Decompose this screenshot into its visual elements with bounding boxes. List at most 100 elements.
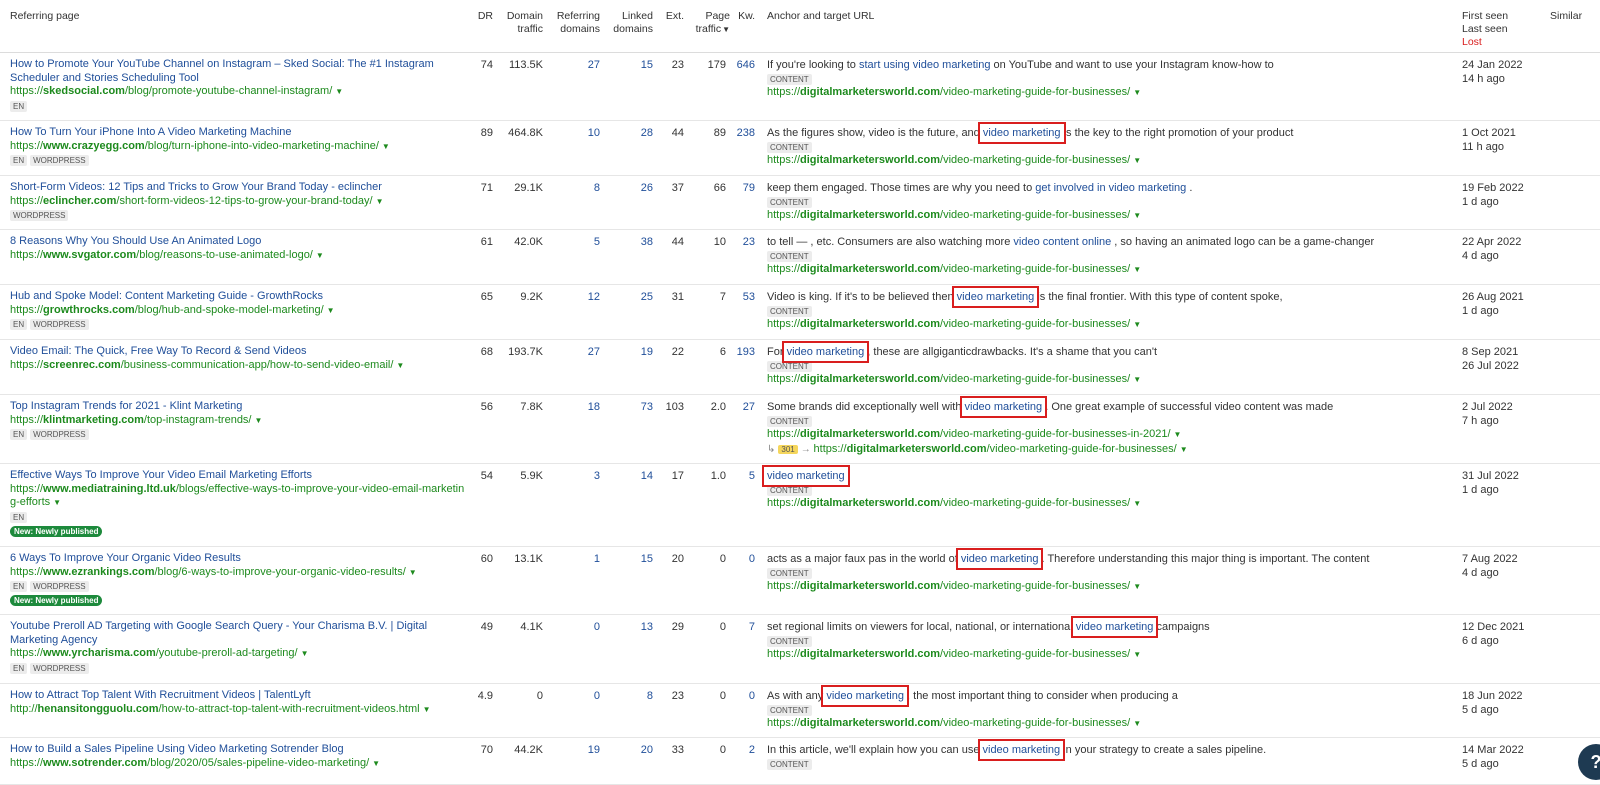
target-url-link[interactable]: https://digitalmarketersworld.com/video-… xyxy=(767,427,1447,442)
kw-value[interactable]: 79 xyxy=(733,181,755,195)
col-page-traffic[interactable]: Page traffic▼ xyxy=(690,10,730,36)
chevron-down-icon[interactable]: ▼ xyxy=(376,197,384,206)
kw-value[interactable]: 646 xyxy=(733,58,755,72)
referring-page-url-link[interactable]: https://www.ezrankings.com/blog/6-ways-t… xyxy=(10,566,470,580)
chevron-down-icon[interactable]: ▼ xyxy=(409,568,417,577)
chevron-down-icon[interactable]: ▼ xyxy=(372,759,380,768)
referring-page-url-link[interactable]: https://www.sotrender.com/blog/2020/05/s… xyxy=(10,757,470,771)
chevron-down-icon[interactable]: ▼ xyxy=(255,416,263,425)
referring-domains-value[interactable]: 18 xyxy=(547,400,600,414)
kw-value[interactable]: 0 xyxy=(733,552,755,566)
referring-page-title-link[interactable]: Short-Form Videos: 12 Tips and Tricks to… xyxy=(10,181,382,193)
referring-domains-value[interactable]: 1 xyxy=(547,552,600,566)
linked-domains-value[interactable]: 19 xyxy=(606,345,653,359)
linked-domains-value[interactable]: 15 xyxy=(606,58,653,72)
referring-domains-value[interactable]: 0 xyxy=(547,620,600,634)
anchor-link[interactable]: video marketing xyxy=(821,685,909,707)
referring-page-url-link[interactable]: https://screenrec.com/business-communica… xyxy=(10,359,470,373)
chevron-down-icon[interactable]: ▼ xyxy=(423,705,431,714)
anchor-link[interactable]: video marketing xyxy=(951,286,1040,308)
redirect-url-link[interactable]: https://digitalmarketersworld.com/video-… xyxy=(814,443,1188,455)
linked-domains-value[interactable]: 26 xyxy=(606,181,653,195)
linked-domains-value[interactable]: 20 xyxy=(606,743,653,757)
target-url-link[interactable]: https://digitalmarketersworld.com/video-… xyxy=(767,647,1447,662)
kw-value[interactable]: 238 xyxy=(733,126,755,140)
col-referring-page[interactable]: Referring page xyxy=(10,10,79,23)
chevron-down-icon[interactable]: ▼ xyxy=(1180,445,1188,454)
referring-page-url-link[interactable]: https://skedsocial.com/blog/promote-yout… xyxy=(10,85,470,99)
linked-domains-value[interactable]: 14 xyxy=(606,469,653,483)
chevron-down-icon[interactable]: ▼ xyxy=(1174,430,1182,439)
col-referring-domains[interactable]: Referring domains xyxy=(547,10,600,36)
col-anchor[interactable]: Anchor and target URL xyxy=(767,10,874,23)
referring-domains-value[interactable]: 5 xyxy=(547,235,600,249)
kw-value[interactable]: 27 xyxy=(733,400,755,414)
chevron-down-icon[interactable]: ▼ xyxy=(1133,719,1141,728)
target-url-link[interactable]: https://digitalmarketersworld.com/video-… xyxy=(767,153,1447,168)
chevron-down-icon[interactable]: ▼ xyxy=(1133,211,1141,220)
referring-page-title-link-cont[interactable]: Marketing Agency xyxy=(10,634,97,646)
referring-page-title-link[interactable]: Effective Ways To Improve Your Video Ema… xyxy=(10,469,312,481)
referring-page-url-link[interactable]: https://www.yrcharisma.com/youtube-prero… xyxy=(10,647,470,661)
referring-page-title-link[interactable]: Hub and Spoke Model: Content Marketing G… xyxy=(10,290,323,302)
referring-page-url-link[interactable]: https://eclincher.com/short-form-videos-… xyxy=(10,195,470,209)
referring-domains-value[interactable]: 3 xyxy=(547,469,600,483)
kw-value[interactable]: 7 xyxy=(733,620,755,634)
chevron-down-icon[interactable]: ▼ xyxy=(1133,265,1141,274)
target-url-link[interactable]: https://digitalmarketersworld.com/video-… xyxy=(767,579,1447,594)
referring-domains-value[interactable]: 27 xyxy=(547,58,600,72)
chevron-down-icon[interactable]: ▼ xyxy=(1133,375,1141,384)
kw-value[interactable]: 193 xyxy=(733,345,755,359)
chevron-down-icon[interactable]: ▼ xyxy=(396,361,404,370)
target-url-link[interactable]: https://digitalmarketersworld.com/video-… xyxy=(767,208,1447,223)
referring-domains-value[interactable]: 0 xyxy=(547,689,600,703)
col-domain-traffic[interactable]: Domain traffic xyxy=(495,10,543,36)
chevron-down-icon[interactable]: ▼ xyxy=(335,87,343,96)
chevron-down-icon[interactable]: ▼ xyxy=(301,649,309,658)
referring-page-title-link[interactable]: 6 Ways To Improve Your Organic Video Res… xyxy=(10,552,241,564)
chevron-down-icon[interactable]: ▼ xyxy=(1133,650,1141,659)
chevron-down-icon[interactable]: ▼ xyxy=(1133,320,1141,329)
col-ext[interactable]: Ext. xyxy=(658,10,684,23)
kw-value[interactable]: 2 xyxy=(733,743,755,757)
referring-domains-value[interactable]: 19 xyxy=(547,743,600,757)
chevron-down-icon[interactable]: ▼ xyxy=(1133,499,1141,508)
anchor-link[interactable]: video content online xyxy=(1013,236,1111,248)
chevron-down-icon[interactable]: ▼ xyxy=(1133,156,1141,165)
referring-page-url-link[interactable]: https://www.crazyegg.com/blog/turn-iphon… xyxy=(10,140,470,154)
chevron-down-icon[interactable]: ▼ xyxy=(382,142,390,151)
chevron-down-icon[interactable]: ▼ xyxy=(1133,88,1141,97)
col-similar[interactable]: Similar xyxy=(1550,10,1582,23)
kw-value[interactable]: 0 xyxy=(733,689,755,703)
target-url-link[interactable]: https://digitalmarketersworld.com/video-… xyxy=(767,317,1447,332)
referring-domains-value[interactable]: 10 xyxy=(547,126,600,140)
anchor-link[interactable]: start using video marketing xyxy=(859,59,990,71)
linked-domains-value[interactable]: 13 xyxy=(606,620,653,634)
referring-page-url-link[interactable]: https://growthrocks.com/blog/hub-and-spo… xyxy=(10,304,470,318)
linked-domains-value[interactable]: 8 xyxy=(606,689,653,703)
chevron-down-icon[interactable]: ▼ xyxy=(327,306,335,315)
referring-page-title-link[interactable]: How To Turn Your iPhone Into A Video Mar… xyxy=(10,126,292,138)
referring-page-url-link[interactable]: https://klintmarketing.com/top-instagram… xyxy=(10,414,470,428)
col-first-last-seen[interactable]: First seen Last seen Lost xyxy=(1462,10,1508,49)
kw-value[interactable]: 23 xyxy=(733,235,755,249)
kw-value[interactable]: 53 xyxy=(733,290,755,304)
linked-domains-value[interactable]: 73 xyxy=(606,400,653,414)
referring-page-title-link[interactable]: How to Attract Top Talent With Recruitme… xyxy=(10,689,311,701)
kw-value[interactable]: 5 xyxy=(733,469,755,483)
col-kw[interactable]: Kw. xyxy=(733,10,755,23)
chevron-down-icon[interactable]: ▼ xyxy=(53,498,61,507)
referring-domains-value[interactable]: 8 xyxy=(547,181,600,195)
target-url-link[interactable]: https://digitalmarketersworld.com/video-… xyxy=(767,372,1447,387)
linked-domains-value[interactable]: 28 xyxy=(606,126,653,140)
anchor-link[interactable]: get involved in video marketing xyxy=(1035,182,1186,194)
anchor-link[interactable]: video marketing xyxy=(762,465,850,487)
target-url-link[interactable]: https://digitalmarketersworld.com/video-… xyxy=(767,85,1447,100)
referring-page-title-link[interactable]: How to Promote Your YouTube Channel on I… xyxy=(10,58,434,84)
anchor-link[interactable]: video marketing xyxy=(977,739,1066,761)
anchor-link[interactable]: video marketing xyxy=(781,341,870,363)
referring-page-url-link[interactable]: https://www.svgator.com/blog/reasons-to-… xyxy=(10,249,470,263)
target-url-link[interactable]: https://digitalmarketersworld.com/video-… xyxy=(767,716,1447,731)
referring-domains-value[interactable]: 27 xyxy=(547,345,600,359)
anchor-link[interactable]: video marketing xyxy=(955,548,1044,570)
